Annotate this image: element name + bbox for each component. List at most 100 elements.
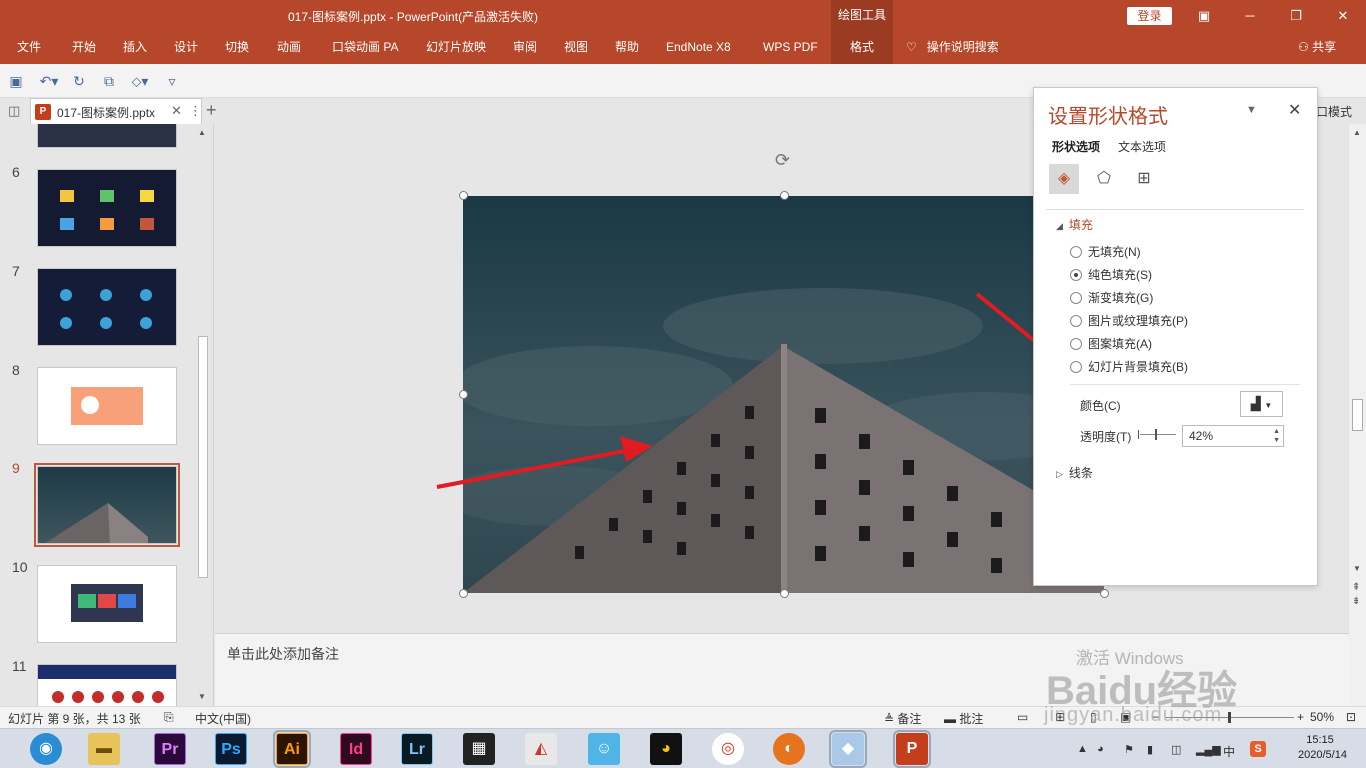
- fill-option-label: 图案填充(A): [1088, 337, 1152, 351]
- language-indicator[interactable]: 中文(中国): [195, 710, 251, 727]
- notes-pane[interactable]: 单击此处添加备注: [215, 633, 1349, 706]
- slide-counter: 幻灯片 第 9 张，共 13 张: [8, 712, 141, 726]
- transparency-slider-thumb[interactable]: [1155, 429, 1157, 440]
- zoom-in-icon[interactable]: +: [1297, 710, 1304, 724]
- slide-scrollbar[interactable]: ▲ ▼ ⇞ ⇟: [1349, 124, 1366, 706]
- transparency-label: 透明度(T): [1080, 430, 1132, 444]
- signal-tray-icon[interactable]: ▂▄▆: [1196, 743, 1221, 756]
- illustrator-icon[interactable]: Ai: [273, 730, 311, 768]
- browser-app-icon[interactable]: ◐: [773, 733, 805, 765]
- zoom-level[interactable]: 50%: [1310, 710, 1334, 724]
- lightroom-icon[interactable]: Lr: [401, 733, 433, 765]
- scroll-down-icon[interactable]: ▼: [1353, 564, 1361, 573]
- fill-line-icon[interactable]: ◈: [1049, 164, 1079, 194]
- previous-slide-icon[interactable]: ⇞: [1352, 582, 1360, 593]
- zoom-slider-thumb[interactable]: [1228, 712, 1231, 723]
- clock[interactable]: 15:15 2020/5/14: [1298, 733, 1347, 763]
- fill-option-picture[interactable]: 图片或纹理填充(P): [1070, 313, 1188, 329]
- spinner-arrows-icon[interactable]: ▲ ▼: [1273, 427, 1280, 445]
- radio-button[interactable]: [1070, 292, 1082, 304]
- paint-bucket-icon: ▟: [1250, 396, 1261, 411]
- cartoon-app-icon[interactable]: ☺: [588, 733, 620, 765]
- notes-toggle[interactable]: ≜ 备注: [884, 710, 921, 727]
- video-editor-icon[interactable]: ▦: [463, 733, 495, 765]
- notes-placeholder: 单击此处添加备注: [227, 646, 339, 662]
- effects-pentagon-icon[interactable]: ⬠: [1089, 164, 1119, 194]
- notes-toggle-label: 备注: [897, 712, 922, 726]
- battery-tray-icon[interactable]: ▮: [1147, 743, 1153, 756]
- tab-shape-options[interactable]: 形状选项: [1052, 138, 1100, 155]
- chrome-icon[interactable]: ◎: [712, 733, 744, 765]
- transparency-input[interactable]: 42% ▲ ▼: [1182, 425, 1284, 447]
- radio-button[interactable]: [1070, 246, 1082, 258]
- fill-option-pattern[interactable]: 图案填充(A): [1070, 336, 1152, 352]
- ime-indicator[interactable]: 中: [1223, 743, 1235, 760]
- fill-option-solid[interactable]: 纯色填充(S): [1070, 267, 1152, 283]
- fill-option-label: 纯色填充(S): [1088, 268, 1152, 282]
- fill-option-label: 图片或纹理填充(P): [1088, 314, 1188, 328]
- fill-color-button[interactable]: ▟ ▼: [1240, 391, 1283, 417]
- line-section-header[interactable]: ▷ 线条: [1056, 464, 1093, 481]
- fill-section-header[interactable]: ◢ 填充: [1056, 216, 1093, 233]
- pane-title: 设置形状格式: [1048, 106, 1168, 128]
- zoom-out-icon[interactable]: −: [1152, 710, 1159, 724]
- fill-separator: [1070, 384, 1300, 385]
- fill-option-gradient[interactable]: 渐变填充(G): [1070, 290, 1153, 306]
- transparency-slider[interactable]: [1140, 434, 1176, 435]
- slide-scroll-thumb[interactable]: [1352, 399, 1363, 431]
- qq-tray-icon[interactable]: ◕: [1097, 743, 1104, 755]
- comments-toggle-label: 批注: [959, 712, 984, 726]
- notes-icon: ≜: [884, 712, 895, 726]
- color-label: 颜色(C): [1080, 399, 1121, 413]
- line-section-label: 线条: [1068, 466, 1093, 480]
- normal-view-icon[interactable]: ▭: [1017, 710, 1028, 724]
- radio-button[interactable]: [1070, 315, 1082, 327]
- fill-option-none[interactable]: 无填充(N): [1070, 244, 1141, 260]
- slideshow-view-icon[interactable]: ▣: [1120, 710, 1131, 724]
- collapsed-triangle-icon: ▷: [1056, 469, 1063, 479]
- file-explorer-icon[interactable]: ▬: [88, 733, 120, 765]
- status-bar: 幻灯片 第 9 张，共 13 张 ⎘ 中文(中国) ≜ 备注 ▬ 批注 ▭ ⊞ …: [0, 706, 1366, 728]
- qq-icon[interactable]: ◕: [650, 733, 682, 765]
- powerpoint-taskbar-icon[interactable]: P: [893, 730, 931, 768]
- fill-option-label: 无填充(N): [1088, 245, 1141, 259]
- tray-expand-icon[interactable]: ▲: [1077, 743, 1088, 755]
- comment-icon: ▬: [944, 712, 956, 726]
- expanded-triangle-icon: ◢: [1056, 221, 1063, 231]
- windows-taskbar: ◉ ▬ Pr Ps Ai Id Lr ▦ ◭ ☺ ◕ ◎ ◐ ◆ P ▲ ◕ ⚑…: [0, 728, 1366, 768]
- tab-text-options[interactable]: 文本选项: [1118, 138, 1166, 155]
- reading-view-icon[interactable]: ▯: [1090, 710, 1097, 724]
- sogou-ime-icon[interactable]: S: [1250, 741, 1266, 757]
- radio-button-checked[interactable]: [1070, 269, 1082, 281]
- fill-option-slide-background[interactable]: 幻灯片背景填充(B): [1070, 359, 1188, 375]
- pane-close-icon[interactable]: ✕: [1288, 100, 1301, 120]
- clock-time: 15:15: [1306, 734, 1334, 746]
- colorful-app-icon[interactable]: ◭: [525, 733, 557, 765]
- clock-date: 2020/5/14: [1298, 749, 1347, 761]
- fill-option-label: 渐变填充(G): [1088, 291, 1154, 305]
- transparency-slider-start: [1138, 430, 1139, 439]
- format-shape-pane: 设置形状格式 ▼ ✕ 形状选项 文本选项 ◈ ⬠ ⊞ ◢ 填充 无填充(N) 纯色…: [1033, 87, 1318, 586]
- fill-option-label: 幻灯片背景填充(B): [1088, 360, 1188, 374]
- annotation-arrowhead-left: [620, 436, 653, 462]
- chevron-down-icon: ▼: [1264, 401, 1273, 410]
- pane-options-dropdown-icon[interactable]: ▼: [1246, 104, 1257, 116]
- indesign-icon[interactable]: Id: [340, 733, 372, 765]
- annotation-arrow-left: [436, 448, 631, 489]
- comments-toggle[interactable]: ▬ 批注: [944, 710, 983, 727]
- fit-slide-icon[interactable]: ⊡: [1346, 710, 1356, 724]
- transparency-value: 42%: [1189, 429, 1214, 443]
- radio-button[interactable]: [1070, 338, 1082, 350]
- notes-app-icon[interactable]: ◆: [829, 730, 867, 768]
- photoshop-icon[interactable]: Ps: [215, 733, 247, 765]
- browser-360-icon[interactable]: ◉: [30, 733, 62, 765]
- next-slide-icon[interactable]: ⇟: [1352, 596, 1360, 607]
- slide-sorter-icon[interactable]: ⊞: [1055, 710, 1065, 724]
- security-tray-icon[interactable]: ⚑: [1124, 743, 1134, 756]
- scroll-up-icon[interactable]: ▲: [1353, 128, 1361, 137]
- spellcheck-icon[interactable]: ⎘: [164, 710, 174, 725]
- premiere-icon[interactable]: Pr: [154, 733, 186, 765]
- radio-button[interactable]: [1070, 361, 1082, 373]
- size-properties-icon[interactable]: ⊞: [1129, 164, 1159, 194]
- network-tray-icon[interactable]: ◫: [1171, 743, 1181, 756]
